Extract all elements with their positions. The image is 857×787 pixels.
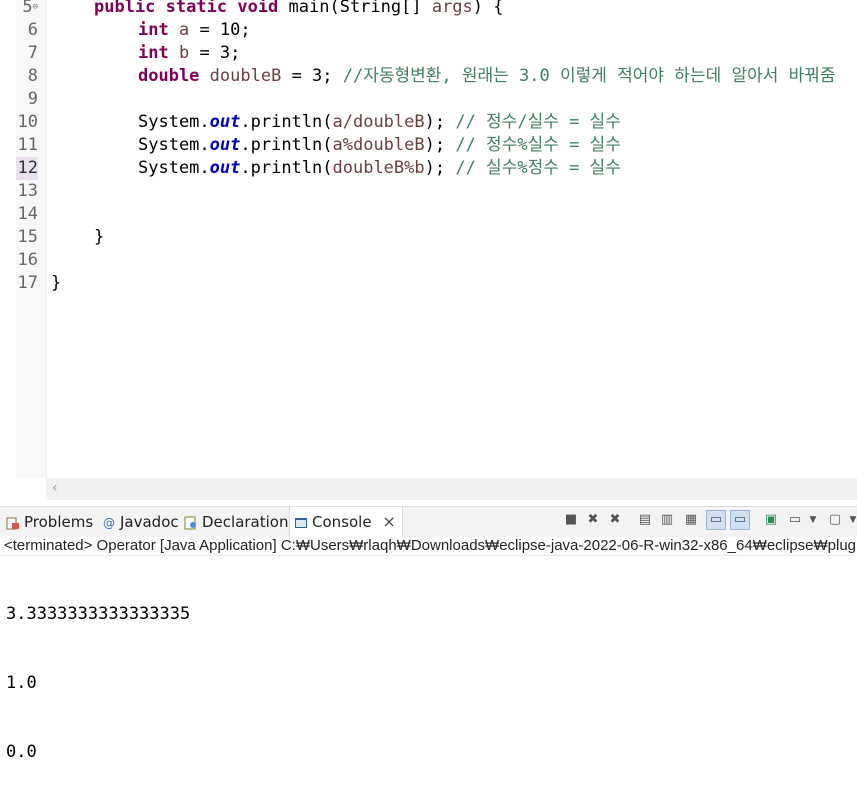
line-number: 7: [27, 43, 38, 63]
console-output[interactable]: 3.3333333333333335 1.0 0.0: [6, 557, 190, 787]
code-line-7[interactable]: int b = 3;: [138, 42, 240, 65]
display-console-icon[interactable]: ▭: [786, 511, 804, 529]
code-line-12[interactable]: System.out.println(doubleB%b); // 실수%정수 …: [138, 157, 621, 180]
word-wrap-icon[interactable]: ▦: [682, 511, 700, 529]
remove-all-terminated-icon[interactable]: ✖: [606, 511, 624, 529]
code-editor[interactable]: 5⊖ 6 7 8 9 10 11 12 13 14 15 16 17 publi…: [0, 0, 857, 500]
problems-icon: [6, 517, 19, 529]
tab-console[interactable]: Console ×: [289, 507, 403, 537]
line-number: 13: [17, 181, 38, 201]
code-line-15[interactable]: }: [94, 226, 104, 249]
horizontal-scrollbar[interactable]: ‹: [46, 478, 857, 500]
show-on-stdout-icon[interactable]: ▭: [706, 510, 726, 530]
show-on-stderr-icon[interactable]: ▭: [730, 510, 750, 530]
javadoc-icon: @: [103, 515, 115, 530]
scroll-left-icon[interactable]: ‹: [52, 480, 58, 496]
pin-console-icon[interactable]: ▣: [762, 511, 780, 529]
console-output-line: 3.3333333333333335: [6, 604, 191, 624]
code-line-5[interactable]: public static void main(String[] args) {: [94, 0, 504, 19]
line-number: 10: [17, 112, 38, 132]
open-console-icon[interactable]: ▢: [826, 511, 844, 529]
console-output-line: 1.0: [6, 673, 37, 693]
line-number: 14: [17, 204, 38, 224]
console-output-line: 0.0: [6, 742, 37, 762]
line-number: 15: [17, 227, 38, 247]
code-line-17[interactable]: }: [51, 272, 61, 295]
tab-declaration[interactable]: Declaration: [184, 507, 288, 537]
line-number: 16: [17, 250, 38, 270]
remove-launch-icon[interactable]: ✖: [584, 511, 602, 529]
line-number: 5⊖: [22, 0, 38, 17]
fold-collapse-icon[interactable]: ⊖: [33, 2, 38, 12]
tab-problems[interactable]: Problems: [6, 507, 93, 537]
code-line-11[interactable]: System.out.println(a%doubleB); // 정수%실수 …: [138, 134, 621, 157]
console-status-line: <terminated> Operator [Java Application]…: [0, 536, 857, 556]
terminate-icon[interactable]: ■: [562, 511, 580, 529]
declaration-icon: [184, 516, 196, 529]
scroll-lock-icon[interactable]: ▥: [658, 511, 676, 529]
chevron-down-icon[interactable]: ▼: [804, 511, 822, 529]
views-tab-bar: Problems @ Javadoc Declaration Console × …: [0, 506, 857, 537]
console-icon: [295, 517, 307, 528]
line-number: 11: [17, 135, 38, 155]
line-number: 17: [17, 273, 38, 293]
close-icon[interactable]: ×: [382, 512, 395, 531]
current-line-number: 12: [16, 157, 38, 180]
code-line-6[interactable]: int a = 10;: [138, 19, 251, 42]
chevron-down-icon[interactable]: ▼: [844, 511, 857, 529]
line-number: 8: [27, 66, 38, 86]
code-line-10[interactable]: System.out.println(a/doubleB); // 정수/실수 …: [138, 111, 621, 134]
clear-console-icon[interactable]: ▤: [636, 511, 654, 529]
tab-javadoc[interactable]: @ Javadoc: [102, 507, 179, 537]
line-number: 9: [27, 89, 38, 109]
line-number: 6: [27, 20, 38, 40]
annotation-gutter: [0, 0, 16, 478]
code-line-8[interactable]: double doubleB = 3; //자동형변환, 원래는 3.0 이렇게…: [138, 65, 836, 88]
